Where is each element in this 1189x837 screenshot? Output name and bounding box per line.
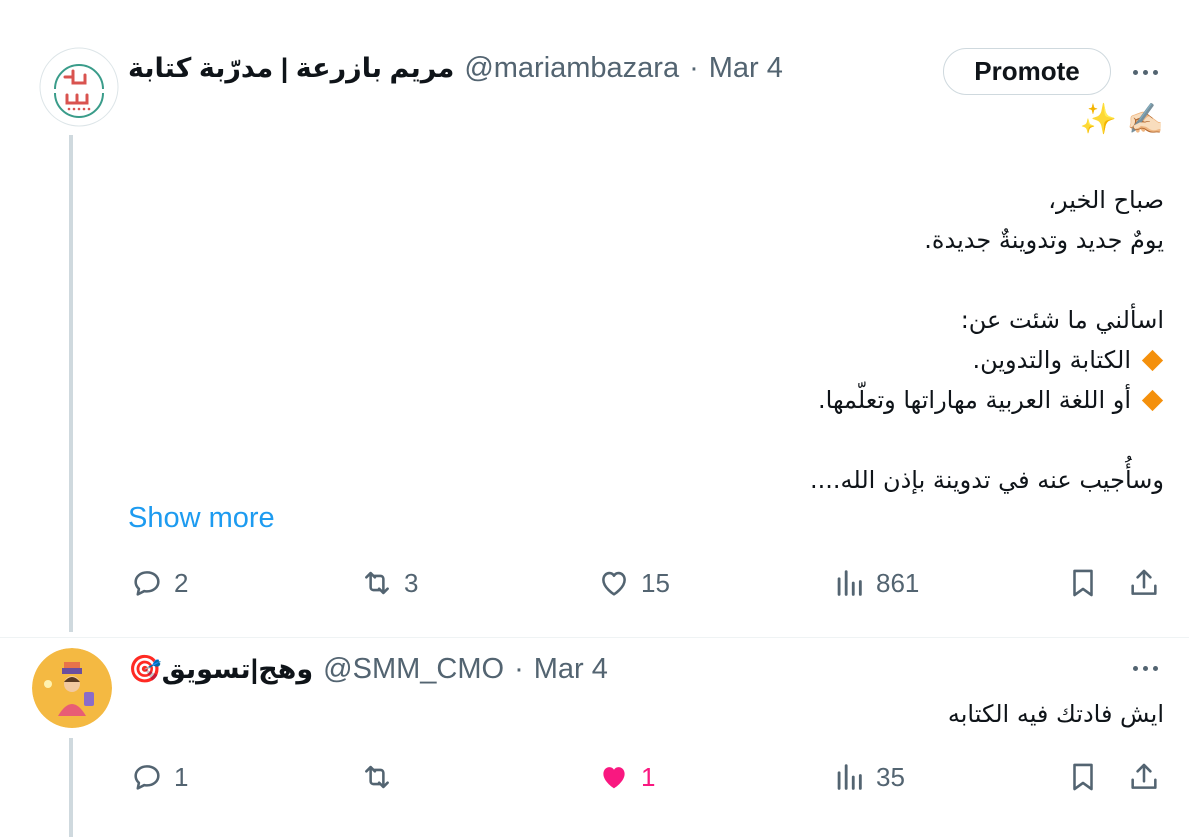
like-button[interactable]: 1 — [597, 757, 655, 797]
tweet-actions: 2 3 15 861 — [0, 563, 1189, 603]
like-count: 15 — [641, 567, 670, 598]
reply-icon — [134, 765, 160, 790]
bullet-line: الكتابة والتدوين. — [810, 340, 1164, 380]
tweet-reply[interactable]: 🎯وهج|تسويق @SMM_CMO · Mar 4 ايش فادتك في… — [0, 638, 1189, 837]
text-line: يومٌ جديد وتدوينةٌ جديدة. — [924, 226, 1164, 254]
text-line: وسأُجيب عنه في تدوينة بإذن الله.... — [810, 466, 1164, 494]
emoji-line: ✍🏻 ✨ — [1079, 102, 1164, 137]
like-count: 1 — [641, 761, 656, 792]
retweet-button[interactable] — [360, 757, 404, 797]
reply-count: 1 — [174, 761, 189, 792]
reply-button[interactable]: 2 — [130, 563, 188, 603]
separator-dot: · — [514, 652, 524, 685]
views-chart-icon — [837, 764, 862, 790]
retweet-count: 3 — [404, 567, 419, 598]
share-button[interactable] — [1127, 757, 1161, 797]
heart-outline-icon — [602, 571, 626, 596]
share-icon — [1131, 569, 1157, 595]
tweet-date[interactable]: Mar 4 — [534, 653, 608, 686]
views-button[interactable]: 861 — [832, 563, 919, 603]
show-more-link[interactable]: Show more — [128, 502, 275, 535]
text-line: أو اللغة العربية مهاراتها وتعلّمها. — [818, 386, 1131, 414]
text-line: ايش فادتك فيه الكتابه — [947, 700, 1164, 728]
reply-button[interactable]: 1 — [130, 757, 188, 797]
reply-icon — [134, 571, 160, 596]
author-handle[interactable]: @mariambazara — [464, 52, 679, 85]
tweet-header: مريم بازرعة | مدرّبة كتابة @mariambazara… — [128, 48, 783, 88]
tweet-date[interactable]: Mar 4 — [709, 52, 783, 85]
orange-diamond-icon — [1141, 389, 1164, 411]
author-name[interactable]: 🎯وهج|تسويق — [128, 653, 313, 685]
bookmark-icon — [1073, 763, 1093, 791]
retweet-button[interactable]: 3 — [360, 563, 418, 603]
text-line-empty — [810, 420, 1164, 460]
avatar-illustration-icon — [32, 648, 112, 728]
heart-filled-icon — [603, 767, 625, 789]
share-button[interactable] — [1127, 563, 1161, 603]
views-count: 35 — [876, 761, 905, 792]
retweet-icon — [365, 765, 389, 789]
tweet-body: ايش فادتك فيه الكتابه — [948, 694, 1164, 734]
views-count: 861 — [876, 567, 920, 598]
tweet-actions: 1 1 35 — [0, 757, 1189, 797]
views-chart-icon — [837, 570, 862, 596]
separator-dot: · — [689, 51, 699, 84]
bookmark-icon — [1073, 569, 1093, 597]
views-button[interactable]: 35 — [832, 757, 905, 797]
tweet-body: ✍🏻 ✨ صباح الخير، يومٌ جديد وتدوينةٌ جديد… — [810, 100, 1164, 500]
tweet-main[interactable]: مريم بازرعة | مدرّبة كتابة @mariambazara… — [0, 0, 1189, 632]
tweet-header: 🎯وهج|تسويق @SMM_CMO · Mar 4 — [128, 649, 608, 689]
author-name[interactable]: مريم بازرعة | مدرّبة كتابة — [128, 53, 454, 84]
bookmark-button[interactable] — [1066, 757, 1100, 797]
text-line: اسألني ما شئت عن: — [960, 306, 1164, 334]
bullet-line: أو اللغة العربية مهاراتها وتعلّمها. — [810, 380, 1164, 420]
avatar-logo-icon — [39, 47, 119, 127]
author-handle[interactable]: @SMM_CMO — [323, 653, 504, 686]
more-options-icon[interactable] — [1123, 60, 1167, 84]
retweet-icon — [365, 571, 389, 595]
promote-button[interactable]: Promote — [943, 48, 1111, 95]
bookmark-button[interactable] — [1066, 563, 1100, 603]
avatar-smm-cmo[interactable] — [32, 648, 112, 728]
text-line-empty — [810, 260, 1164, 300]
text-line: صباح الخير، — [1048, 186, 1164, 214]
reply-count: 2 — [174, 567, 189, 598]
more-options-icon[interactable] — [1123, 656, 1167, 680]
share-icon — [1131, 763, 1157, 789]
like-button[interactable]: 15 — [597, 563, 670, 603]
text-line: الكتابة والتدوين. — [972, 346, 1131, 374]
avatar-mariambazara[interactable] — [39, 47, 119, 127]
thread-line — [69, 135, 73, 632]
orange-diamond-icon — [1141, 349, 1164, 371]
